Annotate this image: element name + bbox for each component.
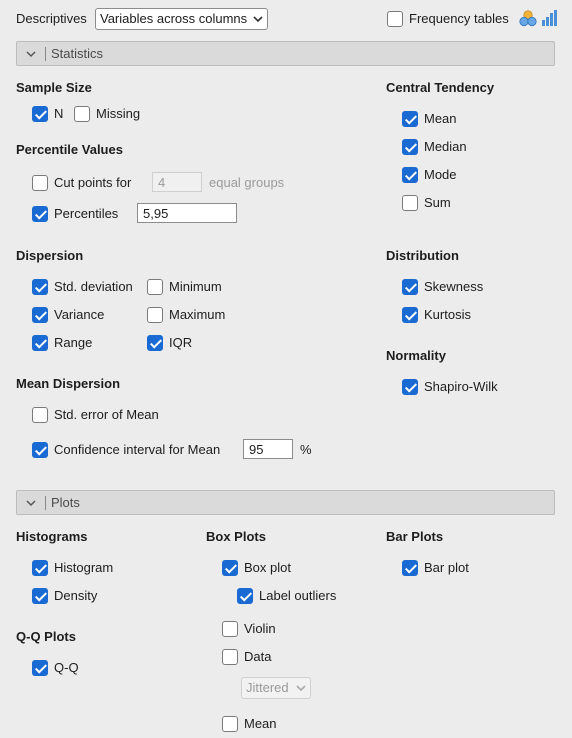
std-deviation-label: Std. deviation: [54, 279, 133, 294]
bar-plots-heading: Bar Plots: [386, 529, 444, 544]
se-mean-checkbox[interactable]: [32, 407, 48, 423]
bar-plot-checkbox[interactable]: [402, 560, 418, 576]
maximum-checkbox[interactable]: [147, 307, 163, 323]
mean-checkbox[interactable]: [402, 111, 418, 127]
chevron-down-icon: [26, 500, 36, 507]
qq-plots-heading: Q-Q Plots: [16, 629, 76, 644]
normality-heading: Normality: [386, 348, 446, 363]
bar-chart-icon: [542, 10, 557, 26]
ci-mean-label: Confidence interval for Mean: [54, 442, 221, 457]
mean-label: Mean: [424, 111, 457, 126]
layout-select[interactable]: Variables across columns: [95, 8, 268, 30]
kurtosis-checkbox[interactable]: [402, 307, 418, 323]
section-divider: [45, 496, 46, 510]
iqr-label: IQR: [169, 335, 193, 350]
median-checkbox[interactable]: [402, 139, 418, 155]
data-style-select[interactable]: Jittered: [241, 677, 311, 699]
density-checkbox[interactable]: [32, 588, 48, 604]
cut-points-input[interactable]: [152, 172, 202, 192]
ci-unit-label: %: [300, 442, 312, 457]
statistics-section-title: Statistics: [51, 46, 104, 61]
box-plots-heading: Box Plots: [206, 529, 266, 544]
skewness-label: Skewness: [424, 279, 484, 294]
label-outliers-label: Label outliers: [259, 588, 337, 603]
n-label: N: [54, 106, 64, 121]
variance-label: Variance: [54, 307, 105, 322]
violin-checkbox[interactable]: [222, 621, 238, 637]
sum-checkbox[interactable]: [402, 195, 418, 211]
n-checkbox[interactable]: [32, 106, 48, 122]
shapiro-wilk-checkbox[interactable]: [402, 379, 418, 395]
box-plot-label: Box plot: [244, 560, 291, 575]
mode-label: Mode: [424, 167, 457, 182]
skewness-checkbox[interactable]: [402, 279, 418, 295]
plots-section-title: Plots: [51, 495, 80, 510]
minimum-label: Minimum: [169, 279, 222, 294]
histograms-heading: Histograms: [16, 529, 88, 544]
chevron-down-icon: [253, 16, 263, 23]
cut-points-label: Cut points for: [54, 175, 132, 190]
mean-plot-label: Mean: [244, 716, 277, 731]
statistics-section-header[interactable]: Statistics: [16, 41, 555, 66]
sample-size-heading: Sample Size: [16, 80, 92, 95]
mean-plot-checkbox[interactable]: [222, 716, 238, 732]
histogram-checkbox[interactable]: [32, 560, 48, 576]
section-divider: [45, 47, 46, 61]
dispersion-heading: Dispersion: [16, 248, 84, 263]
kurtosis-label: Kurtosis: [424, 307, 471, 322]
range-label: Range: [54, 335, 93, 350]
sum-label: Sum: [424, 195, 451, 210]
central-tendency-heading: Central Tendency: [386, 80, 495, 95]
ci-value-input[interactable]: [243, 439, 293, 459]
cut-points-checkbox[interactable]: [32, 175, 48, 191]
variance-checkbox[interactable]: [32, 307, 48, 323]
missing-label: Missing: [96, 106, 141, 121]
qq-checkbox[interactable]: [32, 660, 48, 676]
std-deviation-checkbox[interactable]: [32, 279, 48, 295]
density-label: Density: [54, 588, 98, 603]
histogram-label: Histogram: [54, 560, 114, 575]
qq-label: Q-Q: [54, 660, 79, 675]
equal-groups-label: equal groups: [209, 175, 285, 190]
data-label: Data: [244, 649, 272, 664]
missing-checkbox[interactable]: [74, 106, 90, 122]
bar-plot-label: Bar plot: [424, 560, 469, 575]
percentiles-input[interactable]: [137, 203, 237, 223]
data-style-select-value: Jittered: [246, 680, 289, 695]
ci-mean-checkbox[interactable]: [32, 442, 48, 458]
box-plot-checkbox[interactable]: [222, 560, 238, 576]
percentiles-label: Percentiles: [54, 206, 119, 221]
frequency-tables-checkbox[interactable]: [387, 11, 403, 27]
se-mean-label: Std. error of Mean: [54, 407, 159, 422]
range-checkbox[interactable]: [32, 335, 48, 351]
mode-checkbox[interactable]: [402, 167, 418, 183]
median-label: Median: [424, 139, 467, 154]
chevron-down-icon: [26, 51, 36, 58]
violin-label: Violin: [244, 621, 276, 636]
chevron-down-icon: [296, 685, 306, 692]
mean-dispersion-heading: Mean Dispersion: [16, 376, 121, 391]
percentiles-checkbox[interactable]: [32, 206, 48, 222]
frequency-tables-label: Frequency tables: [409, 11, 509, 26]
layout-select-value: Variables across columns: [100, 11, 248, 26]
label-outliers-checkbox[interactable]: [237, 588, 253, 604]
distribution-heading: Distribution: [386, 248, 459, 263]
maximum-label: Maximum: [169, 307, 226, 322]
plots-section-header[interactable]: Plots: [16, 490, 555, 515]
shapiro-wilk-label: Shapiro-Wilk: [424, 379, 498, 394]
venn-icon: [519, 10, 537, 27]
descriptives-label: Descriptives: [16, 11, 87, 26]
iqr-checkbox[interactable]: [147, 335, 163, 351]
data-checkbox[interactable]: [222, 649, 238, 665]
minimum-checkbox[interactable]: [147, 279, 163, 295]
percentile-values-heading: Percentile Values: [16, 142, 123, 157]
